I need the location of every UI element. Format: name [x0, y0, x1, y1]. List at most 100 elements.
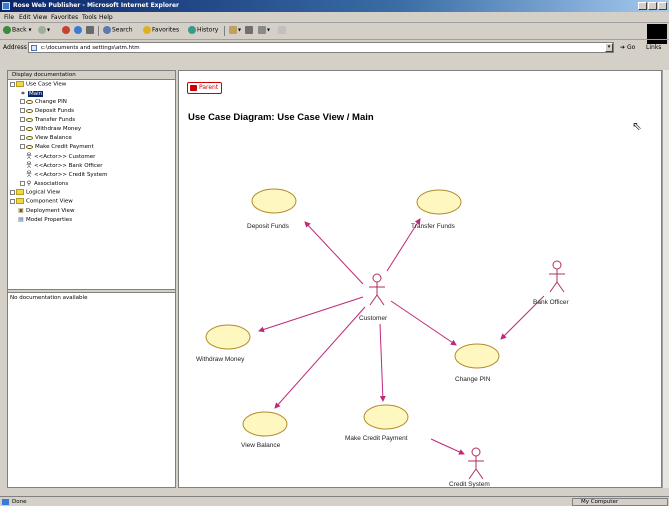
- diagram-icon: ⌗: [21, 90, 25, 97]
- history-icon: [188, 26, 196, 34]
- mail-button[interactable]: ▾: [229, 26, 241, 34]
- display-documentation-header[interactable]: Display documentation: [8, 71, 175, 80]
- history-button[interactable]: History: [188, 26, 218, 34]
- ie-icon: [2, 2, 10, 10]
- address-input[interactable]: c:\documents and settings\atm.htm: [28, 42, 614, 53]
- security-zone: My Computer: [572, 498, 668, 506]
- search-button[interactable]: Search: [103, 26, 133, 34]
- go-button[interactable]: ➔ Go: [620, 44, 635, 51]
- expand-icon[interactable]: [20, 117, 25, 122]
- tree-item-change-pin[interactable]: Change PIN: [20, 99, 67, 107]
- usecase-deposit-funds: [251, 188, 297, 214]
- search-icon: [103, 26, 111, 34]
- minimize-button[interactable]: [638, 2, 647, 10]
- tree-item-view-balance[interactable]: View Balance: [20, 135, 72, 143]
- tree-item-actor-customer[interactable]: 웃 <<Actor>> Customer: [26, 153, 95, 161]
- actor-credit-system: [468, 447, 484, 480]
- tree-item-deployment-view[interactable]: ▣ Deployment View: [18, 207, 74, 215]
- use-case-icon: [26, 117, 33, 122]
- discuss-icon: [278, 26, 286, 34]
- use-case-icon: [26, 99, 33, 104]
- label-change-pin: Change PIN: [455, 376, 491, 383]
- use-case-diagram: [205, 188, 565, 480]
- navigation-pane: Display documentation Use Case View ⌗ Mai…: [7, 70, 176, 488]
- address-label: Address: [3, 44, 27, 51]
- menu-edit[interactable]: Edit: [19, 14, 31, 21]
- assoc-customer-change-pin: [390, 300, 457, 346]
- page-icon: [31, 45, 37, 51]
- tree-item-withdraw-money[interactable]: Withdraw Money: [20, 126, 81, 134]
- diagram-pane: Parent Use Case Diagram: Use Case View /…: [178, 70, 662, 488]
- collapse-icon[interactable]: [10, 81, 15, 87]
- documentation-text: No documentation available: [10, 295, 88, 301]
- expand-icon[interactable]: [20, 144, 25, 149]
- label-customer: Customer: [359, 315, 388, 322]
- home-button[interactable]: [86, 26, 95, 34]
- favorites-button[interactable]: Favorites: [143, 26, 179, 34]
- address-value: c:\documents and settings\atm.htm: [41, 45, 140, 51]
- tree-item-make-credit-payment[interactable]: Make Credit Payment: [20, 144, 94, 152]
- edit-button[interactable]: ▾: [258, 26, 270, 34]
- menu-tools[interactable]: Tools: [82, 14, 97, 21]
- expand-icon[interactable]: [10, 198, 15, 204]
- expand-icon[interactable]: [20, 181, 25, 186]
- window-controls: [638, 2, 667, 10]
- tree-item-deposit-funds[interactable]: Deposit Funds: [20, 108, 74, 116]
- menu-help[interactable]: Help: [99, 14, 113, 21]
- status-text: Done: [12, 499, 27, 505]
- folder-icon: [16, 198, 24, 204]
- pane-splitter[interactable]: [8, 289, 175, 293]
- menu-view[interactable]: View: [33, 14, 47, 21]
- tree-item-logical-view[interactable]: Logical View: [10, 189, 60, 197]
- maximize-button[interactable]: [648, 2, 657, 10]
- menu-file[interactable]: File: [4, 14, 14, 21]
- tree-item-actor-bank-officer[interactable]: 웃 <<Actor>> Bank Officer: [26, 162, 102, 170]
- back-icon: [3, 26, 11, 34]
- menu-bar: File Edit View Favorites Tools Help: [0, 12, 669, 44]
- edit-icon: [258, 26, 266, 34]
- tree-item-main[interactable]: ⌗ Main: [20, 90, 44, 98]
- menu-favorites[interactable]: Favorites: [51, 14, 78, 21]
- usecase-change-pin: [454, 343, 500, 369]
- vertical-scrollbar[interactable]: [662, 70, 669, 488]
- expand-icon[interactable]: [10, 189, 15, 195]
- tree-item-use-case-view[interactable]: Use Case View: [10, 81, 66, 89]
- assoc-customer-make-payment: [379, 323, 386, 402]
- forward-icon: [38, 26, 46, 34]
- assoc-customer-withdraw: [258, 296, 364, 333]
- mail-icon: [229, 26, 237, 34]
- assoc-customer-view-balance: [274, 306, 366, 409]
- expand-icon[interactable]: [20, 135, 25, 140]
- discuss-button[interactable]: [278, 26, 287, 34]
- window-title: Rose Web Publisher - Microsoft Internet …: [13, 2, 179, 9]
- expand-icon[interactable]: [20, 126, 25, 131]
- links-button[interactable]: Links: [646, 44, 661, 51]
- tree-item-actor-credit-system[interactable]: 웃 <<Actor>> Credit System: [26, 171, 107, 179]
- address-dropdown-button[interactable]: ▾: [605, 43, 613, 52]
- window-title-bar: Rose Web Publisher - Microsoft Internet …: [0, 0, 669, 12]
- tree-item-component-view[interactable]: Component View: [10, 198, 73, 206]
- forward-button[interactable]: ▾: [38, 26, 50, 34]
- print-button[interactable]: [245, 26, 254, 34]
- close-button[interactable]: [658, 2, 667, 10]
- stop-button[interactable]: [62, 26, 71, 34]
- label-withdraw-money: Withdraw Money: [196, 356, 245, 363]
- refresh-button[interactable]: [74, 26, 83, 34]
- standard-toolbar: Back ▾ ▾ Search Favorites History ▾ ▾: [0, 23, 669, 40]
- tree-item-model-properties[interactable]: ▤ Model Properties: [18, 216, 72, 224]
- use-case-icon: [26, 126, 33, 131]
- label-transfer-funds: Transfer Funds: [411, 223, 455, 230]
- label-credit-system: Credit System: [449, 481, 490, 488]
- actor-customer: [369, 273, 385, 306]
- deployment-icon: ▣: [18, 207, 24, 214]
- back-button[interactable]: Back ▾: [3, 26, 32, 34]
- label-bank-officer: Bank Officer: [533, 299, 569, 306]
- tree-item-transfer-funds[interactable]: Transfer Funds: [20, 117, 75, 125]
- assoc-payment-credit-system: [430, 438, 465, 455]
- association-icon: ⚲: [26, 180, 32, 187]
- use-case-icon: [26, 108, 33, 113]
- usecase-withdraw-money: [205, 324, 251, 350]
- expand-icon[interactable]: [20, 108, 25, 113]
- expand-icon[interactable]: [20, 99, 25, 104]
- tree-item-associations[interactable]: ⚲ Associations: [20, 180, 68, 188]
